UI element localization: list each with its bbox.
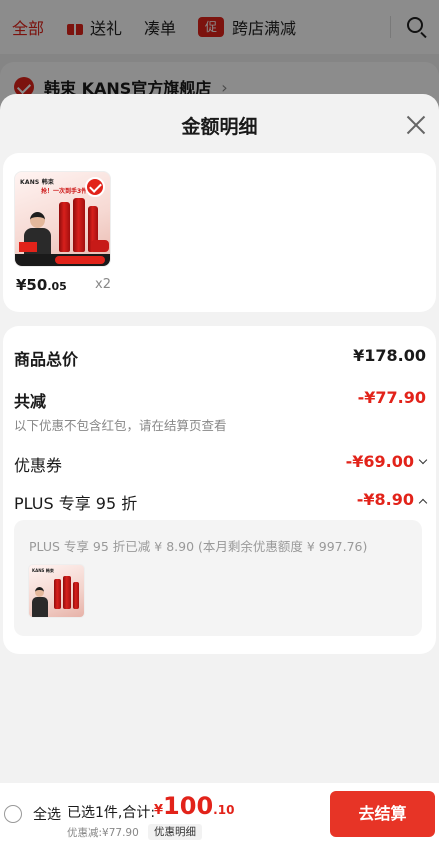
select-all-label[interactable]: 全选	[33, 804, 61, 824]
jar-graphic	[91, 240, 109, 252]
bottle-graphic	[73, 198, 85, 252]
goods-total-row: 商品总价 ¥178.00	[14, 346, 426, 369]
chevron-down-icon	[418, 455, 428, 465]
image-brand-text: KANS 韩束	[20, 179, 55, 186]
product-card: KANS 韩束 抢！一次到手3件好 ¥50.05 x2	[3, 153, 436, 312]
bottle-graphic	[54, 579, 61, 609]
price-decimal: .05	[47, 280, 67, 293]
model-head	[35, 587, 44, 597]
radio-icon[interactable]	[4, 805, 22, 823]
checkout-bar: 全选 已选1件,合计: ¥100.10 优惠减:¥77.90 优惠明细 去结算	[0, 783, 439, 845]
bottle-graphic	[63, 576, 71, 609]
price-main: ¥50	[16, 276, 48, 294]
mini-brand-text: KANS 韩束	[32, 568, 54, 573]
product-price: ¥50.05	[16, 275, 67, 294]
total-discount-value: -¥77.90	[357, 388, 426, 407]
coupon-row[interactable]: 优惠券 -¥69.00	[14, 452, 428, 475]
price-breakdown-card: 商品总价 ¥178.00 共减 -¥77.90 以下优惠不包含红包，请在结算页查…	[3, 326, 436, 654]
bottle-graphic	[73, 582, 79, 609]
plus-discount-detail: PLUS 专享 95 折已减 ¥ 8.90 (本月剩余优惠额度 ¥ 997.76…	[14, 520, 422, 636]
total-amount: ¥100.10	[154, 792, 234, 820]
check-icon	[85, 177, 105, 197]
coupon-value: -¥69.00	[345, 452, 414, 471]
model-body	[32, 597, 48, 617]
bottle-graphic	[59, 202, 70, 252]
plus-value-wrap[interactable]: -¥8.90	[356, 490, 428, 509]
discount-note: 以下优惠不包含红包，请在结算页查看	[14, 418, 227, 433]
plus-discount-row[interactable]: PLUS 专享 95 折 -¥8.90	[14, 490, 428, 513]
image-banner	[15, 254, 110, 266]
plus-detail-text: PLUS 专享 95 折已减 ¥ 8.90 (本月剩余优惠额度 ¥ 997.76…	[29, 539, 368, 554]
checkout-button[interactable]: 去结算	[330, 791, 435, 837]
product-quantity: x2	[95, 277, 111, 292]
selection-summary: 已选1件,合计:	[67, 805, 156, 821]
discount-detail-button[interactable]: 优惠明细	[148, 824, 202, 840]
chevron-up-icon	[418, 498, 428, 508]
product-thumbnail: KANS 韩束	[28, 564, 85, 618]
goods-total-label: 商品总价	[14, 350, 79, 369]
total-integer: 100	[163, 792, 214, 820]
close-icon[interactable]	[403, 112, 429, 138]
sheet-title: 金额明细	[181, 116, 258, 138]
total-discount-label: 共减	[14, 392, 47, 411]
plus-discount-label: PLUS 专享 95 折	[14, 494, 138, 513]
image-badge	[19, 242, 37, 252]
model-graphic	[21, 212, 53, 260]
total-discount-row: 共减 -¥77.90	[14, 388, 426, 411]
amount-detail-sheet: 金额明细 KANS 韩束 抢！一次到手3件好 ¥50.05 x2 商品总价 ¥1…	[0, 94, 439, 845]
total-decimal: .10	[213, 803, 235, 817]
goods-total-value: ¥178.00	[353, 346, 426, 365]
coupon-value-wrap[interactable]: -¥69.00	[345, 452, 428, 471]
plus-discount-value: -¥8.90	[356, 490, 414, 509]
total-currency: ¥	[154, 803, 164, 818]
coupon-label: 优惠券	[14, 456, 63, 475]
saved-amount: 优惠减:¥77.90	[67, 827, 139, 839]
